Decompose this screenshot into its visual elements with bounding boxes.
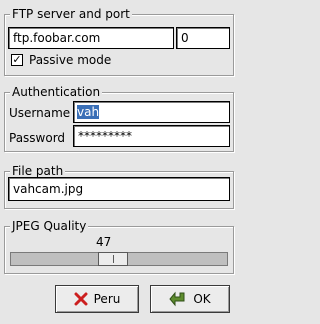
passive-mode-label: Passive mode — [29, 53, 112, 67]
jpeg-quality-slider[interactable] — [10, 252, 228, 266]
password-input[interactable]: ********* — [73, 125, 230, 147]
jpeg-quality-group: JPEG Quality — [4, 218, 234, 274]
cancel-button[interactable]: Peru — [55, 285, 139, 313]
username-value: vah — [77, 105, 100, 119]
ftp-server-input[interactable]: ftp.foobar.com — [8, 27, 174, 49]
ok-button-label: OK — [193, 292, 211, 306]
password-label: Password — [9, 131, 66, 145]
file-path-input[interactable]: vahcam.jpg — [8, 177, 230, 201]
slider-handle[interactable] — [98, 252, 128, 266]
username-input[interactable]: vah — [73, 101, 230, 123]
cancel-button-label: Peru — [93, 292, 121, 306]
ok-arrow-icon — [169, 291, 185, 307]
ftp-port-input[interactable]: 0 — [176, 27, 230, 49]
ftp-group-title: FTP server and port — [10, 6, 132, 22]
check-mark-icon: ✓ — [12, 53, 22, 66]
passive-mode-checkbox[interactable]: ✓ — [11, 54, 23, 66]
ok-button[interactable]: OK — [150, 285, 230, 313]
jpeg-quality-group-title: JPEG Quality — [10, 218, 89, 234]
jpeg-quality-value: 47 — [96, 235, 112, 249]
auth-group-title: Authentication — [10, 84, 103, 100]
cancel-x-icon — [74, 292, 88, 306]
username-label: Username — [9, 106, 71, 120]
